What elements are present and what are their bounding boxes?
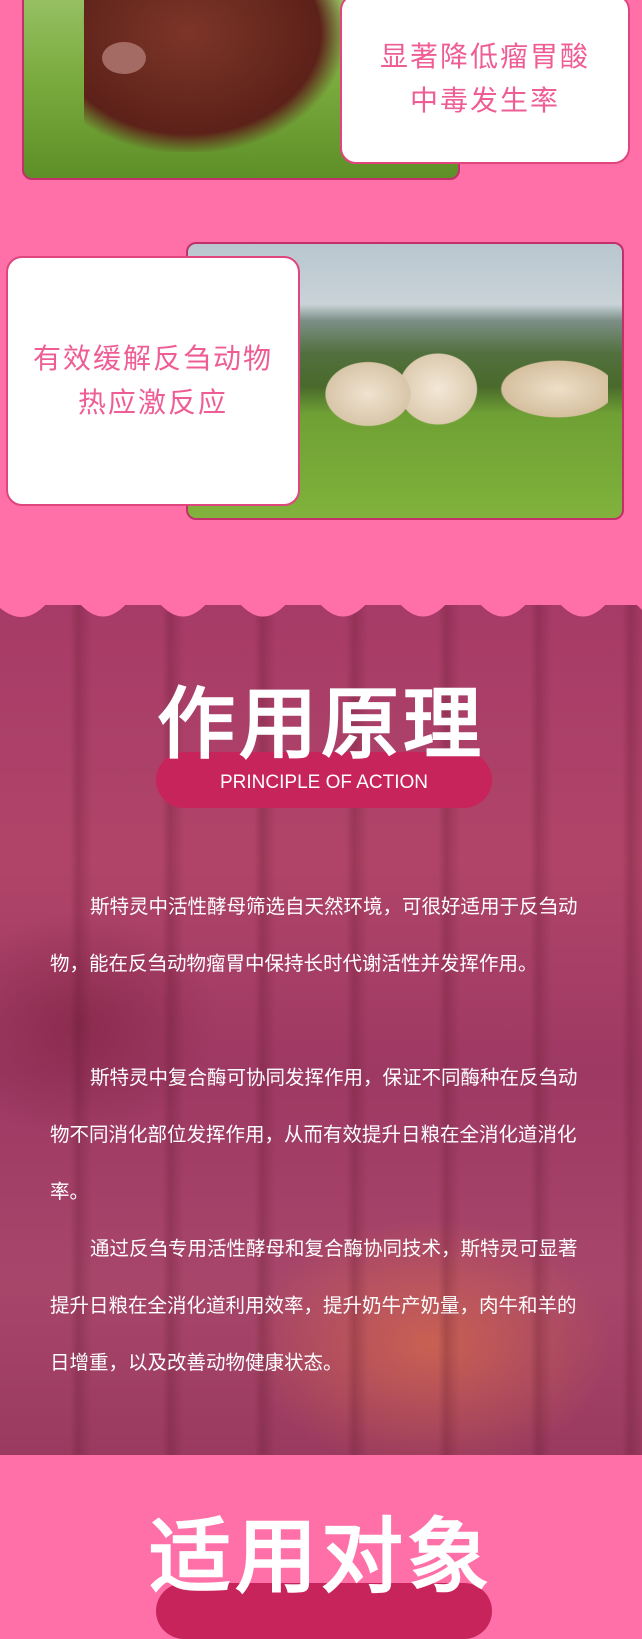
feature-card-acidosis: 显著降低瘤胃酸 中毒发生率 — [340, 0, 630, 164]
feature-card-line: 有效缓解反刍动物 — [32, 342, 273, 375]
principle-paragraph: 斯特灵中活性酵母筛选自天然环境，可很好适用于反刍动物，能在反刍动物瘤胃中保持长时… — [50, 895, 578, 975]
feature-card-line: 中毒发生率 — [409, 84, 560, 117]
cow-shape — [84, 0, 344, 152]
principle-title: 作用原理 — [156, 680, 485, 770]
feature-card-line: 热应激反应 — [77, 386, 228, 419]
applicable-title: 适用对象 — [148, 1510, 493, 1605]
principle-paragraph: 通过反刍专用活性酵母和复合酶协同技术，斯特灵可显著提升日粮在全消化道利用效率，提… — [50, 1237, 578, 1374]
herd-shape — [308, 334, 608, 464]
principle-paragraph: 斯特灵中复合酶可协同发挥作用，保证不同酶种在反刍动物不同消化部位发挥作用，从而有… — [50, 1066, 578, 1203]
feature-card-line: 显著降低瘤胃酸 — [379, 40, 590, 73]
wave-divider — [0, 588, 642, 617]
feature-card-heat-stress: 有效缓解反刍动物 热应激反应 — [6, 256, 300, 506]
cow-nose-shape — [102, 42, 146, 74]
